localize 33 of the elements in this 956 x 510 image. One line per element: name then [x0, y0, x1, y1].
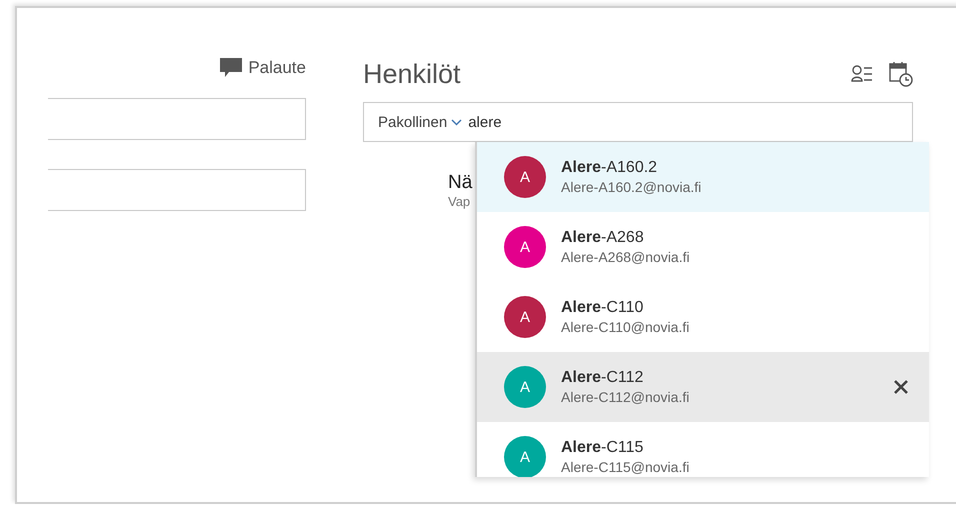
speech-bubble-icon [220, 58, 242, 78]
section-title: Henkilöt [363, 58, 461, 90]
input-field[interactable] [48, 169, 306, 211]
avatar: A [504, 366, 546, 408]
input-field[interactable] [48, 98, 306, 140]
contact-name: Alere-C112 [561, 369, 644, 387]
contact-name: Alere-C110 [561, 299, 644, 317]
close-icon[interactable] [893, 379, 909, 395]
avatar: A [504, 296, 546, 338]
avatar: A [504, 226, 546, 268]
feedback-link[interactable]: Palaute [220, 58, 306, 78]
contact-email: Alere-C110@novia.fi [561, 319, 690, 335]
contact-email: Alere-A268@novia.fi [561, 249, 691, 265]
person-list-icon[interactable] [851, 64, 873, 84]
avatar: A [504, 156, 546, 198]
contact-name: Alere-A268 [561, 229, 645, 247]
contact-email: Alere-C112@novia.fi [561, 389, 690, 405]
required-dropdown[interactable]: Pakollinen [378, 114, 462, 130]
avatar: A [504, 436, 546, 477]
calendar-clock-icon[interactable] [889, 61, 913, 87]
contact-email: Alere-A160.2@novia.fi [561, 179, 702, 195]
suggestion-item[interactable]: A Alere-A268 Alere-A268@novia.fi [477, 212, 929, 282]
suggestion-item[interactable]: A Alere-A160.2 Alere-A160.2@novia.fi [477, 142, 929, 212]
suggestion-item[interactable]: A Alere-C110 Alere-C110@novia.fi [477, 282, 929, 352]
people-search-field[interactable]: Pakollinen alere [363, 102, 913, 142]
item-subtitle: Vap [448, 194, 470, 209]
suggestion-item[interactable]: A Alere-C115 Alere-C115@novia.fi [477, 422, 929, 477]
contact-email: Alere-C115@novia.fi [561, 459, 690, 475]
chevron-down-icon [451, 118, 462, 126]
item-title: Nä [448, 172, 472, 194]
suggestion-item[interactable]: A Alere-C112 Alere-C112@novia.fi [477, 352, 929, 422]
contact-name: Alere-C115 [561, 439, 644, 457]
contact-name: Alere-A160.2 [561, 159, 658, 177]
